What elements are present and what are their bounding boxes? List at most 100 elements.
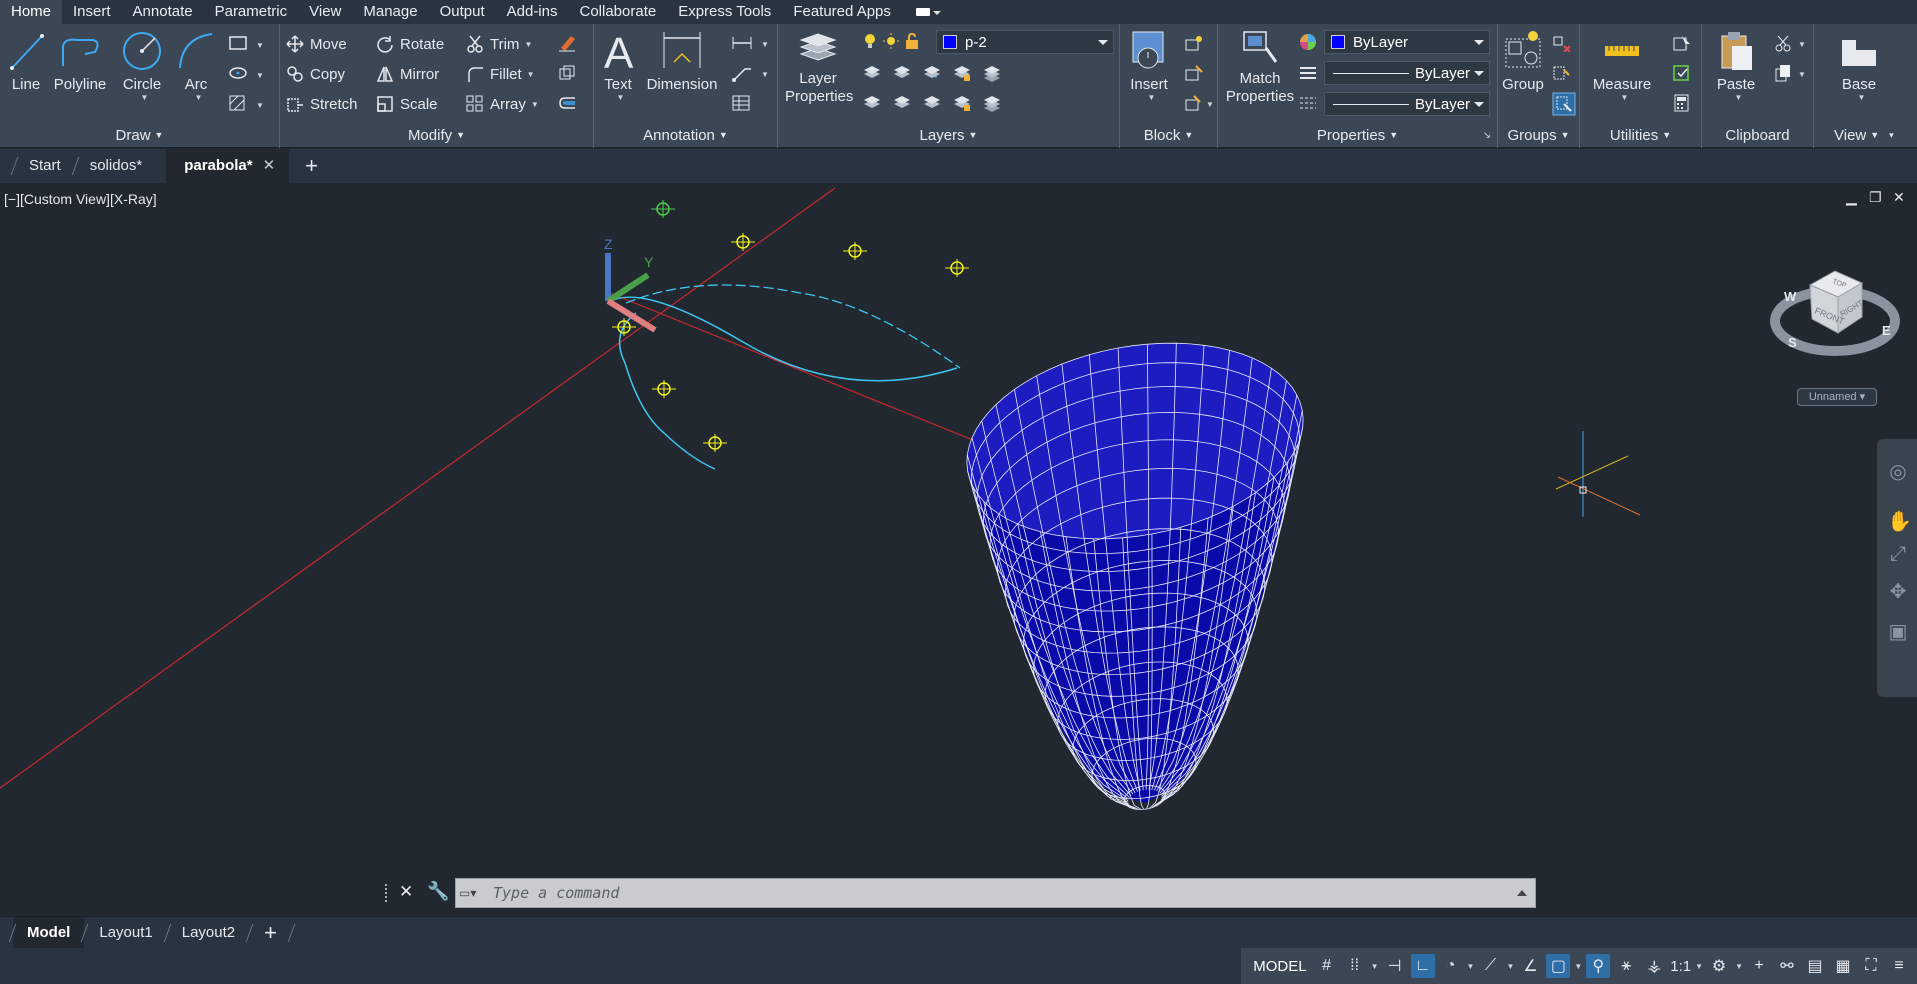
base-view-button[interactable]: Base ▼ [1824,28,1894,102]
insert-dropdown[interactable]: ▼ [1129,93,1174,102]
ribbon-display-toggle-icon[interactable] [915,7,941,17]
infer-constraints-icon[interactable]: ⊣ [1383,954,1407,978]
command-prompt-icon[interactable]: ▭▾ [459,882,493,904]
arc-button[interactable]: Arc ▼ [174,28,218,102]
ribbon-tab-insert[interactable]: Insert [62,0,122,24]
circle-button[interactable]: Circle ▼ [116,28,168,102]
array-dropdown[interactable]: ▼ [531,100,539,109]
ribbon-tab-output[interactable]: Output [429,0,496,24]
copy-clip-icon[interactable]: ▼ [1774,64,1808,82]
drawing-canvas[interactable]: Z Y [0,183,1917,910]
spline-curve-left[interactable] [618,312,716,470]
isometric-dropdown[interactable]: ▼ [1506,962,1514,971]
polyline-button[interactable]: Polyline [50,28,110,93]
workspace-dropdown[interactable]: ▼ [1735,962,1743,971]
object-snap-dropdown[interactable]: ▼ [1574,962,1582,971]
leader-icon[interactable]: ▼ [731,64,771,82]
layer-dropdown[interactable]: p-2 [936,30,1114,54]
fillet-button[interactable]: Fillet ▼ [466,62,535,86]
rectangle-icon[interactable]: ▼ [228,34,264,52]
close-icon[interactable]: ✕ [263,157,276,174]
block-attributes-icon[interactable]: ▼ [1184,94,1216,112]
object-snap-tracking-icon[interactable]: ∠ [1518,954,1542,978]
group-edit-icon[interactable] [1552,64,1572,82]
plus-icon[interactable]: + [1747,954,1771,978]
spline-curve-top[interactable] [607,296,958,382]
ortho-mode-icon[interactable]: ∟ [1410,954,1435,978]
snap-dropdown[interactable]: ▼ [1371,962,1379,971]
insert-button[interactable]: Insert ▼ [1124,28,1174,102]
grip-marker[interactable] [651,200,675,218]
new-layout-plus-icon[interactable]: + [250,917,291,949]
quick-properties-icon[interactable]: ▦ [1831,954,1855,978]
ribbon-tab-manage[interactable]: Manage [352,0,428,24]
new-tab-plus-icon[interactable]: + [305,153,318,179]
ribbon-tab-view[interactable]: View [298,0,352,24]
ribbon-tab-collaborate[interactable]: Collaborate [568,0,667,24]
isolate-objects-icon[interactable]: ⚯ [1775,954,1799,978]
grid-icon[interactable]: # [1315,954,1339,978]
annotation-scale-value[interactable]: 1:1 [1670,958,1691,975]
polar-tracking-icon[interactable]: ◔ [1439,954,1463,978]
rotate-button[interactable]: Rotate [376,32,444,56]
stretch-button[interactable]: Stretch [286,92,358,116]
layout-tab-layout1[interactable]: Layout1 [85,917,166,949]
ribbon-tab-annotate[interactable]: Annotate [122,0,204,24]
ungroup-icon[interactable] [1552,34,1572,52]
ribbon-tab-add-ins[interactable]: Add-ins [496,0,569,24]
wrench-icon[interactable]: 🔧 [427,881,449,902]
offset-icon[interactable] [557,94,577,112]
grip-marker[interactable] [843,242,867,260]
showmotion-icon[interactable]: ▣ [1887,619,1909,643]
view-panel-title[interactable]: View ▼ ▾ [1814,127,1917,144]
layout-tab-model[interactable]: Model [13,916,85,949]
layer-unlock-icon[interactable] [952,94,972,112]
paraboloid-surface[interactable] [966,342,1304,810]
move-button[interactable]: Move [286,32,347,56]
quick-select-icon[interactable] [1672,34,1692,52]
drawing-viewport[interactable]: Z Y [−][Custom View][X-Ray] ▁ ❐ ✕ TOP FR… [0,183,1917,910]
snap-mode-icon[interactable]: ⁞⁞ [1343,954,1367,978]
layer-change-icon[interactable] [862,94,882,112]
auto-scale-icon[interactable]: ⚹ [1614,954,1638,978]
ribbon-tab-home[interactable]: Home [0,0,63,24]
layer-lock-icon[interactable] [952,64,972,82]
linetype-icon[interactable] [1298,64,1318,82]
layer-off-icon[interactable] [862,64,882,82]
close-icon[interactable]: ✕ [399,882,413,902]
paste-dropdown[interactable]: ▼ [1711,93,1766,102]
file-tab-solidos[interactable]: solidos* [76,149,157,183]
trim-button[interactable]: Trim ▼ [466,32,532,56]
copy-button[interactable]: Copy [286,62,345,86]
orbit-icon[interactable]: ✥ [1887,579,1909,603]
create-block-icon[interactable] [1184,34,1204,52]
viewcube[interactable]: TOP FRONT RIGHT W S E [1770,255,1900,365]
properties-launcher-icon[interactable]: ↘ [1483,130,1491,141]
array-button[interactable]: Array ▼ [466,92,539,116]
file-tab-start[interactable]: Start [15,149,75,183]
sun-icon[interactable] [883,32,899,50]
match-properties-button[interactable]: Match Properties [1220,28,1300,106]
layout-tab-layout2[interactable]: Layout2 [168,917,249,949]
text-dropdown[interactable]: ▼ [605,93,636,102]
ellipse-icon[interactable]: ▼ [228,64,264,82]
steering-wheel-icon[interactable]: ◎ [1887,459,1909,483]
layer-thaw-icon[interactable] [922,94,942,112]
isometric-icon[interactable]: ⟋ [1478,954,1502,978]
measure-dropdown[interactable]: ▼ [1591,93,1658,102]
customization-menu-icon[interactable]: ≡ [1887,954,1911,978]
close-viewport-icon[interactable]: ✕ [1893,189,1905,206]
scale-button[interactable]: Scale [376,92,438,116]
layer-previous-icon[interactable] [892,94,912,112]
table-icon[interactable] [731,94,751,112]
restore-viewport-icon[interactable]: ❐ [1869,189,1882,206]
dimension-button[interactable]: Dimension [642,28,722,93]
block-panel-title[interactable]: Block ▼ [1120,127,1217,144]
lightbulb-icon[interactable] [862,32,878,50]
erase-icon[interactable] [557,34,577,52]
circle-dropdown[interactable]: ▼ [121,93,168,102]
command-input[interactable] [493,884,1473,902]
command-history-arrow-icon[interactable] [1517,890,1527,896]
arc-dropdown[interactable]: ▼ [179,93,218,102]
groups-panel-title[interactable]: Groups ▼ [1498,127,1579,144]
